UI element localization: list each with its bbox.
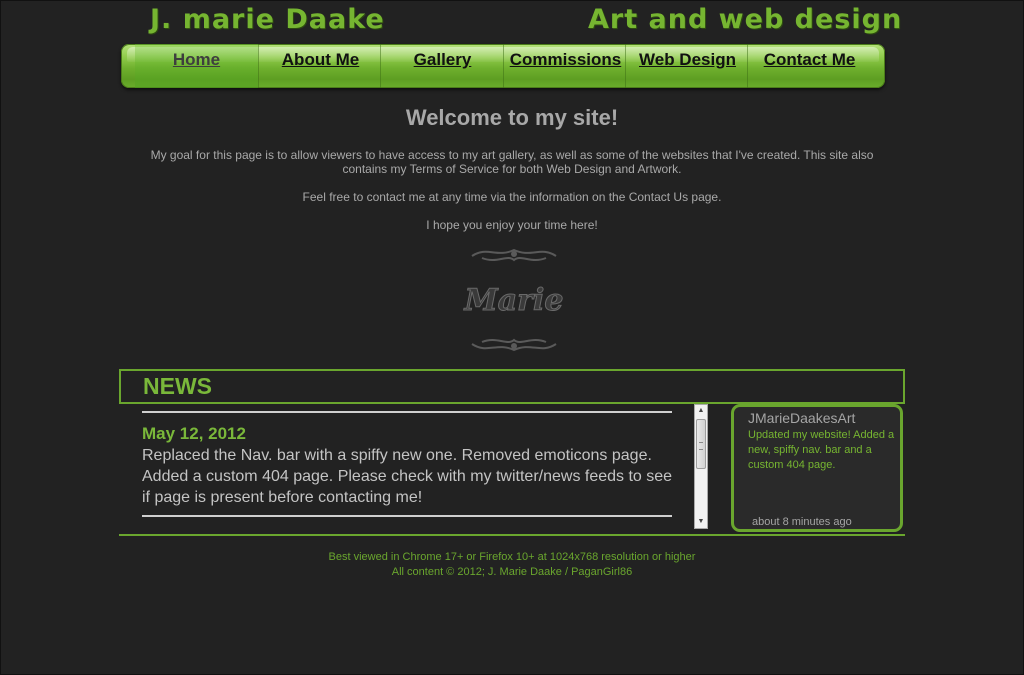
intro-paragraph: My goal for this page is to allow viewer… bbox=[150, 148, 874, 176]
welcome-title: Welcome to my site! bbox=[405, 105, 619, 130]
nav-bar: Home About Me Gallery Commissions Web De… bbox=[121, 44, 885, 88]
signature-text: Marie bbox=[464, 283, 564, 318]
news-top-rule bbox=[142, 411, 672, 413]
news-header: NEWS bbox=[119, 369, 905, 404]
thumb-grip-icon bbox=[699, 442, 703, 450]
nav-contact-me[interactable]: Contact Me bbox=[747, 44, 871, 88]
site-name: J. marie Daake bbox=[150, 4, 385, 35]
nav-home[interactable]: Home bbox=[135, 44, 258, 88]
nav-about-me[interactable]: About Me bbox=[258, 44, 382, 88]
nav-gallery[interactable]: Gallery bbox=[380, 44, 504, 88]
news-feed[interactable]: May 12, 2012 Replaced the Nav. bar with … bbox=[140, 404, 710, 530]
nav-web-design[interactable]: Web Design bbox=[625, 44, 749, 88]
scroll-up-arrow-icon[interactable]: ▲ bbox=[695, 405, 707, 417]
news-body: Replaced the Nav. bar with a spiffy new … bbox=[142, 447, 673, 506]
tweet-user[interactable]: JMarieDaakesArt bbox=[748, 410, 855, 426]
twitter-feed: JMarieDaakesArt Updated my website! Adde… bbox=[731, 404, 903, 532]
footer-copyright: All content © 2012; J. Marie Daake / Pag… bbox=[391, 566, 633, 578]
site-tagline: Art and web design bbox=[588, 4, 903, 35]
news-bottom-rule bbox=[142, 515, 672, 517]
footer-browser-note: Best viewed in Chrome 17+ or Firefox 10+… bbox=[328, 551, 696, 563]
tweet-time[interactable]: about 8 minutes ago bbox=[752, 516, 852, 528]
enjoy-paragraph: I hope you enjoy your time here! bbox=[426, 218, 598, 232]
nav-commissions[interactable]: Commissions bbox=[503, 44, 627, 88]
news-title: NEWS bbox=[143, 373, 212, 399]
scroll-thumb[interactable] bbox=[696, 419, 706, 469]
news-scrollbar[interactable]: ▲ ▼ bbox=[694, 404, 708, 529]
news-date: May 12, 2012 bbox=[142, 424, 246, 443]
contact-paragraph: Feel free to contact me at any time via … bbox=[302, 190, 722, 204]
scroll-down-arrow-icon[interactable]: ▼ bbox=[695, 516, 707, 528]
tweet-text: Updated my website! Added a new, spiffy … bbox=[748, 429, 895, 471]
signature-logo: Marie bbox=[463, 248, 564, 352]
footer-divider bbox=[119, 534, 905, 536]
